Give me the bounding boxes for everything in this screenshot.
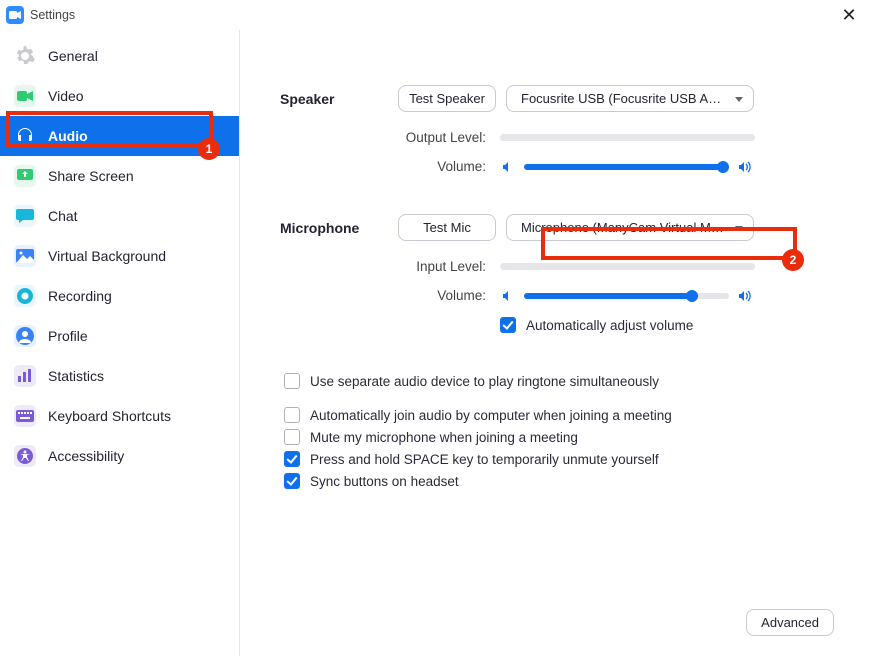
- speaker-volume-label: Volume:: [280, 159, 500, 174]
- speaker-section: Speaker Test Speaker Focusrite USB (Focu…: [280, 85, 834, 174]
- headphones-icon: [14, 125, 36, 147]
- test-speaker-button[interactable]: Test Speaker: [398, 85, 496, 112]
- volume-high-icon: [737, 290, 753, 302]
- mic-volume-slider[interactable]: [524, 293, 729, 299]
- sidebar-item-accessibility[interactable]: Accessibility: [0, 436, 239, 476]
- mute-on-join-checkbox[interactable]: [284, 429, 300, 445]
- profile-icon: [14, 325, 36, 347]
- input-level-label: Input Level:: [280, 259, 500, 274]
- volume-low-icon: [500, 290, 516, 302]
- output-level-meter: [500, 134, 755, 141]
- sidebar-item-label: Video: [48, 88, 84, 104]
- auto-join-audio-label: Automatically join audio by computer whe…: [310, 408, 672, 423]
- microphone-heading: Microphone: [280, 220, 398, 236]
- push-to-talk-checkbox[interactable]: [284, 451, 300, 467]
- sidebar-item-recording[interactable]: Recording: [0, 276, 239, 316]
- sidebar: General Video Audio Share Screen Chat: [0, 30, 240, 656]
- zoom-app-icon: [6, 6, 24, 24]
- titlebar: Settings ✕: [0, 0, 874, 30]
- sidebar-item-label: Statistics: [48, 368, 104, 384]
- volume-low-icon: [500, 161, 516, 173]
- sidebar-item-label: General: [48, 48, 98, 64]
- audio-settings-panel: Speaker Test Speaker Focusrite USB (Focu…: [240, 30, 874, 656]
- sidebar-item-video[interactable]: Video: [0, 76, 239, 116]
- input-level-meter: [500, 263, 755, 270]
- sidebar-item-label: Keyboard Shortcuts: [48, 408, 171, 424]
- speaker-device-dropdown[interactable]: Focusrite USB (Focusrite USB Aud…: [506, 85, 754, 112]
- mic-volume-label: Volume:: [280, 288, 500, 303]
- sidebar-item-keyboard-shortcuts[interactable]: Keyboard Shortcuts: [0, 396, 239, 436]
- sidebar-item-label: Share Screen: [48, 168, 134, 184]
- video-icon: [14, 85, 36, 107]
- microphone-section: Microphone Test Mic Microphone (ManyCam …: [280, 214, 834, 333]
- sidebar-item-virtual-background[interactable]: Virtual Background: [0, 236, 239, 276]
- sidebar-item-label: Recording: [48, 288, 112, 304]
- close-button[interactable]: ✕: [834, 5, 864, 26]
- ringtone-device-checkbox[interactable]: [284, 373, 300, 389]
- sidebar-item-label: Chat: [48, 208, 78, 224]
- sync-headset-checkbox[interactable]: [284, 473, 300, 489]
- gear-icon: [14, 45, 36, 67]
- sidebar-item-statistics[interactable]: Statistics: [0, 356, 239, 396]
- auto-adjust-volume-label: Automatically adjust volume: [526, 318, 693, 333]
- advanced-button[interactable]: Advanced: [746, 609, 834, 636]
- ringtone-device-label: Use separate audio device to play ringto…: [310, 374, 659, 389]
- statistics-icon: [14, 365, 36, 387]
- sidebar-item-audio[interactable]: Audio: [0, 116, 239, 156]
- accessibility-icon: [14, 445, 36, 467]
- sidebar-item-profile[interactable]: Profile: [0, 316, 239, 356]
- virtual-background-icon: [14, 245, 36, 267]
- sidebar-item-label: Profile: [48, 328, 88, 344]
- chat-icon: [14, 205, 36, 227]
- sidebar-item-share-screen[interactable]: Share Screen: [0, 156, 239, 196]
- sidebar-item-general[interactable]: General: [0, 36, 239, 76]
- test-mic-button[interactable]: Test Mic: [398, 214, 496, 241]
- mute-on-join-label: Mute my microphone when joining a meetin…: [310, 430, 578, 445]
- speaker-heading: Speaker: [280, 91, 398, 107]
- window-title: Settings: [30, 8, 75, 22]
- sidebar-item-chat[interactable]: Chat: [0, 196, 239, 236]
- auto-adjust-volume-checkbox[interactable]: [500, 317, 516, 333]
- output-level-label: Output Level:: [280, 130, 500, 145]
- share-screen-icon: [14, 165, 36, 187]
- push-to-talk-label: Press and hold SPACE key to temporarily …: [310, 452, 659, 467]
- sidebar-item-label: Accessibility: [48, 448, 124, 464]
- microphone-device-dropdown[interactable]: Microphone (ManyCam Virtual M…: [506, 214, 754, 241]
- recording-icon: [14, 285, 36, 307]
- auto-join-audio-checkbox[interactable]: [284, 407, 300, 423]
- sync-headset-label: Sync buttons on headset: [310, 474, 459, 489]
- volume-high-icon: [737, 161, 753, 173]
- sidebar-item-label: Virtual Background: [48, 248, 166, 264]
- speaker-volume-slider[interactable]: [524, 164, 729, 170]
- keyboard-icon: [14, 405, 36, 427]
- sidebar-item-label: Audio: [48, 128, 88, 144]
